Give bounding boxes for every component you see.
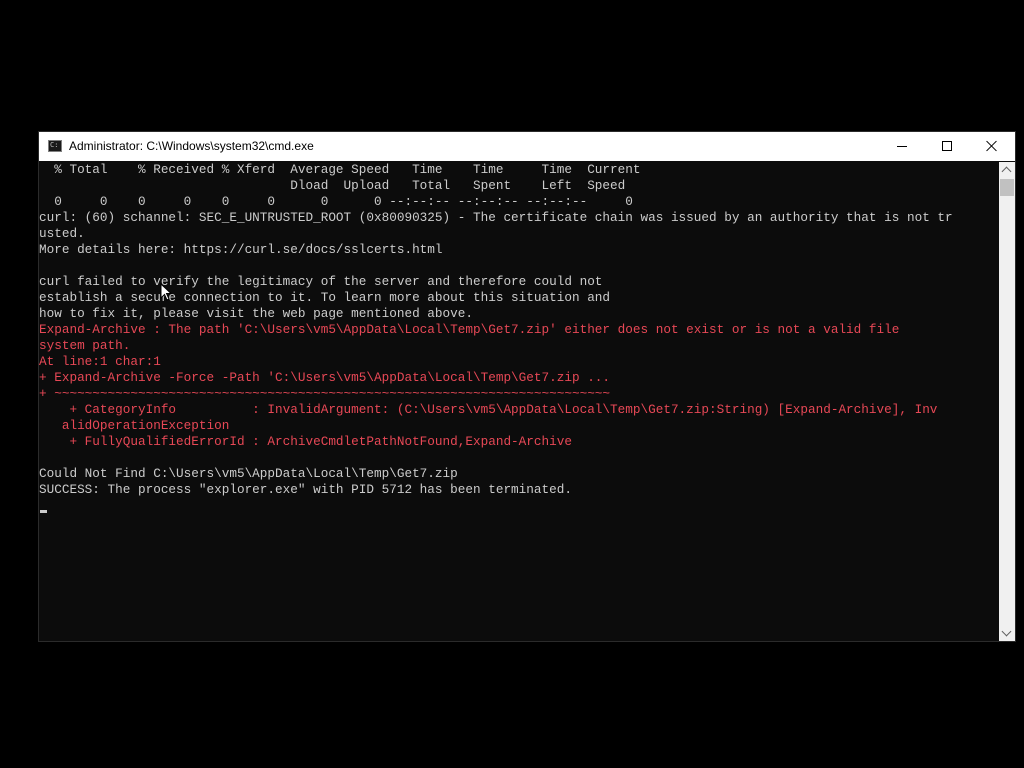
mouse-pointer-icon <box>160 283 172 301</box>
console-line: how to fix it, please visit the web page… <box>39 306 473 321</box>
cmd-window[interactable]: C: Administrator: C:\Windows\system32\cm… <box>38 131 1016 642</box>
scroll-down-button[interactable] <box>999 625 1015 641</box>
console-line: Could Not Find C:\Users\vm5\AppData\Loca… <box>39 466 458 481</box>
minimize-icon <box>897 146 907 147</box>
console-line: + FullyQualifiedErrorId : ArchiveCmdletP… <box>39 434 572 449</box>
maximize-icon <box>942 141 952 151</box>
console-line: + CategoryInfo : InvalidArgument: (C:\Us… <box>39 402 938 417</box>
console-line: Expand-Archive : The path 'C:\Users\vm5\… <box>39 322 900 337</box>
chevron-down-icon <box>1001 626 1012 637</box>
maximize-button[interactable] <box>924 132 970 161</box>
desktop: C: Administrator: C:\Windows\system32\cm… <box>0 0 1024 768</box>
console-line: 0 0 0 0 0 0 0 0 --:--:-- --:--:-- --:--:… <box>39 194 633 209</box>
minimize-button[interactable] <box>879 132 925 161</box>
console-line: alidOperationException <box>39 418 230 433</box>
console-line: At line:1 char:1 <box>39 354 161 369</box>
cmd-icon[interactable]: C: <box>48 140 62 152</box>
console-line: usted. <box>39 226 85 241</box>
window-title: Administrator: C:\Windows\system32\cmd.e… <box>69 139 314 153</box>
close-button[interactable] <box>969 132 1015 161</box>
console-line: system path. <box>39 338 131 353</box>
console-line: SUCCESS: The process "explorer.exe" with… <box>39 482 572 497</box>
console-line: % Total % Received % Xferd Average Speed… <box>39 162 641 177</box>
scroll-up-button[interactable] <box>999 162 1015 178</box>
console-line: Dload Upload Total Spent Left Speed <box>39 178 626 193</box>
vertical-scrollbar[interactable] <box>999 162 1015 641</box>
chevron-up-icon <box>1001 166 1012 177</box>
console-output[interactable]: % Total % Received % Xferd Average Speed… <box>39 162 999 641</box>
console-line: + Expand-Archive -Force -Path 'C:\Users\… <box>39 370 611 385</box>
console-line: More details here: https://curl.se/docs/… <box>39 242 443 257</box>
console-line: establish a secure connection to it. To … <box>39 290 611 305</box>
close-icon <box>986 140 998 152</box>
scroll-thumb[interactable] <box>1000 179 1014 196</box>
console-line: curl: (60) schannel: SEC_E_UNTRUSTED_ROO… <box>39 210 953 225</box>
title-bar[interactable]: C: Administrator: C:\Windows\system32\cm… <box>39 132 1015 161</box>
text-cursor <box>40 510 47 513</box>
console-line: curl failed to verify the legitimacy of … <box>39 274 603 289</box>
console-line: + ~~~~~~~~~~~~~~~~~~~~~~~~~~~~~~~~~~~~~~… <box>39 386 611 401</box>
